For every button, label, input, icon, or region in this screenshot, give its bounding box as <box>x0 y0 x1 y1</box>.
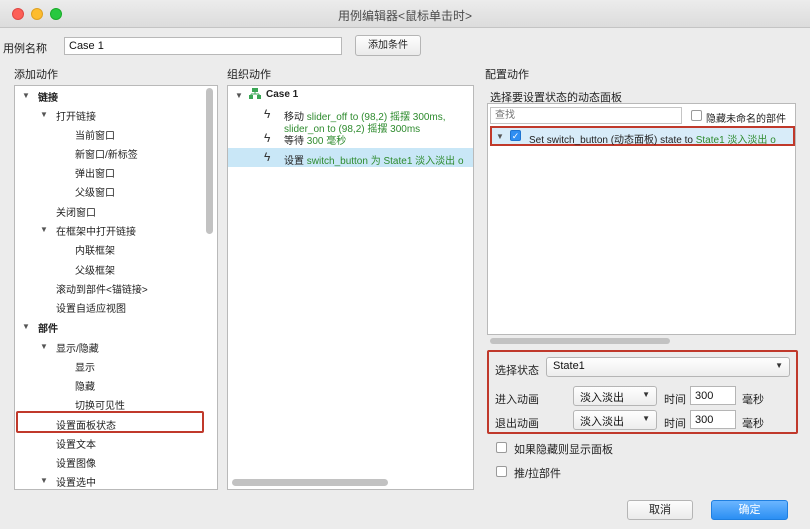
chevron-down-icon[interactable]: ▼ <box>40 342 48 351</box>
ok-button[interactable]: 确定 <box>711 500 788 520</box>
tree-item-parent-frame[interactable]: 父级框架 <box>75 262 115 277</box>
tree-item-new-window[interactable]: 新窗口/新标签 <box>75 146 138 161</box>
panel-item-checkbox[interactable]: ✓ <box>510 130 521 141</box>
chevron-down-icon[interactable]: ▼ <box>496 132 504 141</box>
push-pull-checkbox[interactable] <box>496 466 507 477</box>
tree-item-widget[interactable]: 部件 <box>38 320 58 335</box>
tree-item-hide[interactable]: 隐藏 <box>75 378 95 393</box>
action-wait-prefix: 等待 <box>284 136 304 147</box>
chevron-down-icon: ▼ <box>775 361 783 370</box>
push-pull-label: 推/拉部件 <box>514 468 562 480</box>
configure-action-heading: 配置动作 <box>485 69 529 81</box>
chevron-down-icon: ▼ <box>642 390 650 399</box>
chevron-down-icon: ▼ <box>642 414 650 423</box>
tree-item-popup-window[interactable]: 弹出窗口 <box>75 165 115 180</box>
exit-time-label: 时间 <box>664 418 686 430</box>
tree-item-set-image[interactable]: 设置图像 <box>56 455 96 470</box>
tree-item-parent-window[interactable]: 父级窗口 <box>75 184 115 199</box>
case-item[interactable]: Case 1 <box>266 89 298 100</box>
chevron-down-icon[interactable]: ▼ <box>40 225 48 234</box>
hide-unnamed-checkbox[interactable] <box>691 110 702 121</box>
add-action-heading: 添加动作 <box>14 69 58 81</box>
title-bar: 用例编辑器<鼠标单击时> <box>0 0 810 28</box>
right-scrollbar[interactable] <box>490 338 670 344</box>
enter-anim-dropdown[interactable]: 淡入淡出 ▼ <box>573 386 657 406</box>
panel-item-label[interactable]: Set switch_button (动态面板) state to State1… <box>529 131 791 146</box>
action-set-panel-state[interactable]: 设置 switch_button 为 State1 淡入淡出 o <box>284 152 464 167</box>
chevron-down-icon[interactable]: ▼ <box>235 91 243 100</box>
chevron-down-icon[interactable]: ▼ <box>40 476 48 485</box>
lightning-icon: ϟ <box>264 150 271 164</box>
state-dropdown[interactable]: State1 ▼ <box>546 357 790 377</box>
lightning-icon: ϟ <box>264 107 271 121</box>
hide-unnamed-label: 隐藏未命名的部件 <box>706 114 786 125</box>
tree-item-close-window[interactable]: 关闭窗口 <box>56 204 96 219</box>
tree-item-open-in-frame[interactable]: 在框架中打开链接 <box>56 223 136 238</box>
exit-time-input[interactable] <box>690 410 736 429</box>
enter-ms-label: 毫秒 <box>742 394 764 406</box>
tree-item-inline-frame[interactable]: 内联框架 <box>75 242 115 257</box>
panel-item-state: State1 淡入淡出 o <box>695 135 776 146</box>
organize-action-list <box>227 85 474 490</box>
lightning-icon: ϟ <box>264 131 271 145</box>
chevron-down-icon[interactable]: ▼ <box>40 110 48 119</box>
action-set-detail: switch_button 为 State1 淡入淡出 o <box>306 156 464 167</box>
case-name-input[interactable] <box>64 37 342 55</box>
middle-scrollbar[interactable] <box>232 479 388 486</box>
chevron-down-icon[interactable]: ▼ <box>22 91 30 100</box>
action-wait[interactable]: 等待 300 毫秒 <box>284 132 346 147</box>
exit-anim-value: 淡入淡出 <box>580 416 624 428</box>
tree-item-set-text[interactable]: 设置文本 <box>56 436 96 451</box>
exit-ms-label: 毫秒 <box>742 418 764 430</box>
state-dropdown-value: State1 <box>553 360 585 372</box>
tree-item-show-hide[interactable]: 显示/隐藏 <box>56 340 99 355</box>
exit-anim-label: 退出动画 <box>495 418 539 430</box>
choose-state-label: 选择状态 <box>495 365 539 377</box>
window-title: 用例编辑器<鼠标单击时> <box>337 9 473 23</box>
action-set-prefix: 设置 <box>284 156 304 167</box>
tree-item-show[interactable]: 显示 <box>75 359 95 374</box>
action-wait-detail: 300 毫秒 <box>306 136 347 147</box>
search-input[interactable] <box>490 107 682 124</box>
add-condition-button[interactable]: 添加条件 <box>355 35 421 56</box>
tree-item-adaptive-view[interactable]: 设置自适应视图 <box>56 300 126 315</box>
left-scrollbar[interactable] <box>206 88 213 234</box>
tree-item-scroll-to[interactable]: 滚动到部件<锚链接> <box>56 281 148 296</box>
exit-anim-dropdown[interactable]: 淡入淡出 ▼ <box>573 410 657 430</box>
case-name-label: 用例名称 <box>3 43 47 55</box>
tree-item-set-selected[interactable]: 设置选中 <box>56 474 96 489</box>
enter-time-label: 时间 <box>664 394 686 406</box>
show-if-hidden-label: 如果隐藏则显示面板 <box>514 444 613 456</box>
tree-item-link[interactable]: 链接 <box>38 89 58 104</box>
enter-anim-value: 淡入淡出 <box>580 392 624 404</box>
chevron-down-icon[interactable]: ▼ <box>22 322 30 331</box>
set-panel-state-highlight <box>16 411 204 433</box>
tree-item-toggle-visibility[interactable]: 切换可见性 <box>75 397 125 412</box>
enter-time-input[interactable] <box>690 386 736 405</box>
case-editor-window: 用例编辑器<鼠标单击时> 用例名称 添加条件 添加动作 组织动作 配置动作 ▼ … <box>0 0 810 529</box>
enter-anim-label: 进入动画 <box>495 394 539 406</box>
cancel-button[interactable]: 取消 <box>627 500 693 520</box>
panel-item-prefix: Set switch_button (动态面板) state to <box>529 135 693 146</box>
show-if-hidden-checkbox[interactable] <box>496 442 507 453</box>
case-tree-icon <box>249 88 261 99</box>
organize-action-heading: 组织动作 <box>227 69 271 81</box>
tree-item-open-link[interactable]: 打开链接 <box>56 108 96 123</box>
tree-item-current-window[interactable]: 当前窗口 <box>75 127 115 142</box>
